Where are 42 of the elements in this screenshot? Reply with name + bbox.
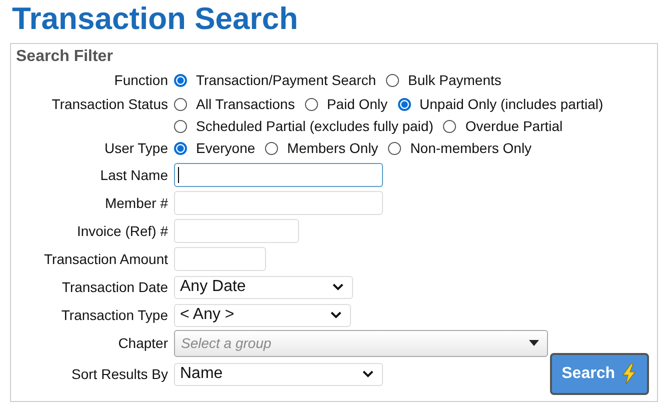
- radio-label[interactable]: Everyone: [196, 137, 256, 159]
- radio-button[interactable]: [174, 98, 187, 110]
- radio-button[interactable]: [304, 98, 318, 110]
- chevron-icon: [362, 370, 374, 378]
- caret-icon: [529, 340, 539, 346]
- field-label: Transaction Type: [60, 307, 168, 323]
- radio-button[interactable]: [398, 98, 411, 110]
- radio-label[interactable]: Paid Only: [326, 93, 388, 115]
- radio-button[interactable]: [174, 120, 187, 132]
- panel-heading: Search Filter: [16, 48, 114, 66]
- field-label: Transaction Amount: [43, 251, 168, 267]
- page-title: Transaction Search: [11, 0, 300, 38]
- radio-label[interactable]: Members Only: [287, 137, 378, 159]
- radio-button[interactable]: [388, 142, 402, 154]
- field-label: Sort Results By: [70, 366, 168, 382]
- radio-button[interactable]: [443, 120, 456, 132]
- field-label: User Type: [103, 139, 168, 158]
- radio-button[interactable]: [265, 142, 278, 154]
- radio-label[interactable]: Transaction/Payment Search: [196, 69, 376, 91]
- radio-label[interactable]: All Transactions: [196, 93, 295, 115]
- field-label: Member #: [104, 195, 168, 211]
- dropdown[interactable]: < Any >: [174, 304, 351, 326]
- field-label: Function: [113, 71, 168, 90]
- radio-label[interactable]: Scheduled Partial (excludes fully paid): [196, 115, 434, 137]
- radio-button[interactable]: [174, 74, 187, 86]
- radio-button[interactable]: [174, 142, 187, 154]
- field-label: Last Name: [99, 167, 168, 183]
- dropdown[interactable]: Any Date: [174, 276, 353, 298]
- radio-button[interactable]: [386, 74, 400, 86]
- radio-label[interactable]: Non-members Only: [410, 137, 532, 159]
- field-label: Transaction Date: [60, 279, 168, 295]
- text-field[interactable]: [174, 163, 383, 187]
- field-label: Invoice (Ref) #: [76, 223, 168, 239]
- radio-label[interactable]: Unpaid Only (includes partial): [420, 93, 604, 115]
- field-label: Chapter: [117, 335, 168, 351]
- field-label: Transaction Status: [50, 95, 168, 114]
- radio-label[interactable]: Overdue Partial: [465, 115, 563, 137]
- dropdown[interactable]: Name: [174, 362, 383, 386]
- chevron-icon: [330, 311, 342, 319]
- lightning-icon: [621, 364, 637, 384]
- radio-label[interactable]: Bulk Payments: [408, 69, 502, 91]
- chevron-icon: [332, 283, 344, 291]
